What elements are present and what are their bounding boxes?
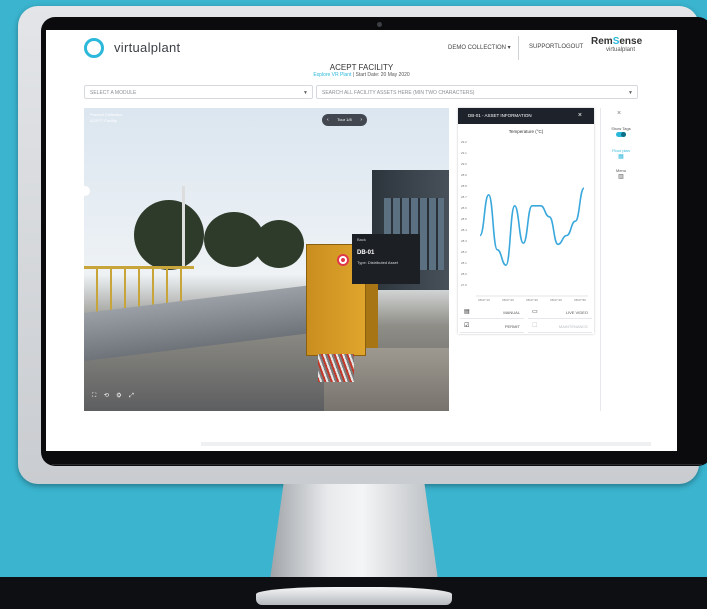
button-label: LIVE VIDEO xyxy=(565,310,588,315)
file-icon: ▤ xyxy=(464,309,470,315)
x-tick-label: 08:07:30 xyxy=(526,298,538,302)
y-tick-label: 28.7 xyxy=(461,195,467,199)
tree-scenery xyxy=(254,220,304,268)
asset-tooltip: Back DB-01 Type: Distributed Asset xyxy=(352,234,420,284)
tour-label: Tour 1/8 xyxy=(337,117,352,122)
x-tick-label: 08:07:10 xyxy=(478,298,490,302)
tour-navigator[interactable]: ‹ Tour 1/8 › xyxy=(322,114,367,126)
asset-search-placeholder: SEARCH ALL FACILITY ASSETS HERE (MIN TWO… xyxy=(322,90,475,96)
remsense-brand-logo: RemSense xyxy=(591,36,642,47)
x-tick-label: 08:07:50 xyxy=(574,298,586,302)
y-tick-label: 28.8 xyxy=(461,184,467,188)
menu-icon: ▥ xyxy=(618,174,624,180)
y-tick-label: 28.4 xyxy=(461,228,467,232)
asset-information-panel: DB-01 - ASSET INFORMATION × Temperature … xyxy=(458,108,594,334)
cabinet-wires xyxy=(318,354,354,382)
monitor-chin-divider xyxy=(52,464,702,465)
floor-plan-button[interactable]: Floor plan ▦ xyxy=(601,148,641,160)
y-tick-label: 28.5 xyxy=(461,217,467,221)
button-label: MAINTENANCE xyxy=(558,324,588,329)
asset-panel-title: DB-01 - ASSET INFORMATION xyxy=(468,113,532,118)
y-tick-label: 28.9 xyxy=(461,173,467,177)
module-select-placeholder: SELECT A MODULE xyxy=(90,90,137,96)
show-tags-label: Show Tags xyxy=(611,126,631,131)
panorama-viewer[interactable]: Product Collection ACEPT Facility ‹ Tour… xyxy=(84,108,449,411)
tooltip-asset-id: DB-01 xyxy=(357,250,375,256)
y-tick-label: 29.0 xyxy=(461,162,467,166)
chevron-right-icon[interactable]: › xyxy=(360,114,362,126)
monitor-icon: ▭ xyxy=(532,309,538,315)
app-logo-text[interactable]: virtualplant xyxy=(114,40,180,55)
viewer-controls[interactable]: ⛶ ⟲ ⚙ ⤢ xyxy=(92,392,137,400)
explore-vr-link[interactable]: Explore VR Plant xyxy=(313,72,351,78)
floor-plan-icon: ▦ xyxy=(618,154,624,160)
facility-subtitle: Explore VR Plant | Start Date: 20 May 20… xyxy=(313,72,410,78)
support-link[interactable]: SUPPORT xyxy=(529,44,558,50)
show-tags-toggle[interactable]: Show Tags xyxy=(601,126,641,138)
footer-shadow xyxy=(201,442,651,446)
tree-scenery xyxy=(134,200,204,270)
x-tick-label: 08:07:20 xyxy=(502,298,514,302)
asset-action-buttons: ▤ MANUAL ▭ LIVE VIDEO ☑ PERMIT ☐ MAINTENANCE xyxy=(458,304,594,334)
module-select[interactable]: SELECT A MODULE ▼ xyxy=(84,85,313,99)
maintenance-icon: ☐ xyxy=(532,323,538,329)
live-video-button[interactable]: ▭ LIVE VIDEO xyxy=(528,306,592,319)
virtualplant-logo-icon[interactable] xyxy=(84,38,104,58)
close-icon[interactable]: × xyxy=(617,110,621,117)
maintenance-button[interactable]: ☐ MAINTENANCE xyxy=(528,320,592,333)
y-tick-label: 28.2 xyxy=(461,250,467,254)
logout-link[interactable]: LOGOUT xyxy=(558,44,583,50)
footer-area xyxy=(46,422,677,451)
temperature-series-line xyxy=(479,187,585,267)
y-tick-label: 29.2 xyxy=(461,140,467,144)
collection-label: Product Collection xyxy=(90,112,123,117)
monitor-stand-foot xyxy=(256,587,452,605)
y-tick-label: 29.1 xyxy=(461,151,467,155)
facility-title: ACEPT FACILITY xyxy=(329,63,394,72)
permit-button[interactable]: ☑ PERMIT xyxy=(460,320,524,333)
brand-name-part1: Rem xyxy=(591,36,613,47)
temperature-chart: 29.2 29.1 29.0 28.9 28.8 28.7 28.6 28.5 28.4 28.3… xyxy=(461,140,588,302)
brand-name-part2: ense xyxy=(619,36,643,47)
asset-search-select[interactable]: SEARCH ALL FACILITY ASSETS HERE (MIN TWO… xyxy=(316,85,638,99)
y-tick-label: 28.0 xyxy=(461,272,467,276)
right-tool-rail: × Show Tags Floor plan ▦ Menu ▥ xyxy=(600,108,641,411)
demo-collection-dropdown[interactable]: DEMO COLLECTION ▾ xyxy=(448,44,511,51)
check-icon: ☑ xyxy=(464,323,470,329)
toggle-switch-icon[interactable] xyxy=(616,132,626,137)
y-tick-label: 28.3 xyxy=(461,239,467,243)
manual-button[interactable]: ▤ MANUAL xyxy=(460,306,524,319)
chevron-down-icon: ▼ xyxy=(303,90,308,96)
brand-subtitle: virtualplant xyxy=(606,47,636,53)
location-label: ACEPT Facility xyxy=(90,118,117,123)
y-tick-label: 28.1 xyxy=(461,261,467,265)
chevron-down-icon: ▼ xyxy=(628,90,633,96)
y-tick-label: 27.9 xyxy=(461,283,467,287)
menu-button[interactable]: Menu ▥ xyxy=(601,168,641,180)
app-screen: virtualplant DEMO COLLECTION ▾ SUPPORT L… xyxy=(46,30,677,451)
left-nav-arrow-icon[interactable] xyxy=(84,186,90,196)
tooltip-asset-type: Type: Distributed Asset xyxy=(357,260,398,265)
close-icon[interactable]: × xyxy=(578,108,582,124)
button-label: MANUAL xyxy=(503,310,520,315)
asset-panel-header: DB-01 - ASSET INFORMATION × xyxy=(458,108,594,124)
tooltip-back-link[interactable]: Back xyxy=(357,237,415,242)
chevron-left-icon[interactable]: ‹ xyxy=(327,114,329,126)
button-label: PERMIT xyxy=(504,324,520,329)
facility-start-date: Start Date: 20 May 2020 xyxy=(355,72,410,78)
webcam-icon xyxy=(377,22,382,27)
y-tick-label: 28.6 xyxy=(461,206,467,210)
nav-divider xyxy=(518,36,519,60)
asset-hotspot-icon[interactable] xyxy=(337,254,349,266)
x-tick-label: 08:07:40 xyxy=(550,298,562,302)
light-pole xyxy=(182,186,185,266)
chart-title: Temperature (°C) xyxy=(508,129,544,134)
